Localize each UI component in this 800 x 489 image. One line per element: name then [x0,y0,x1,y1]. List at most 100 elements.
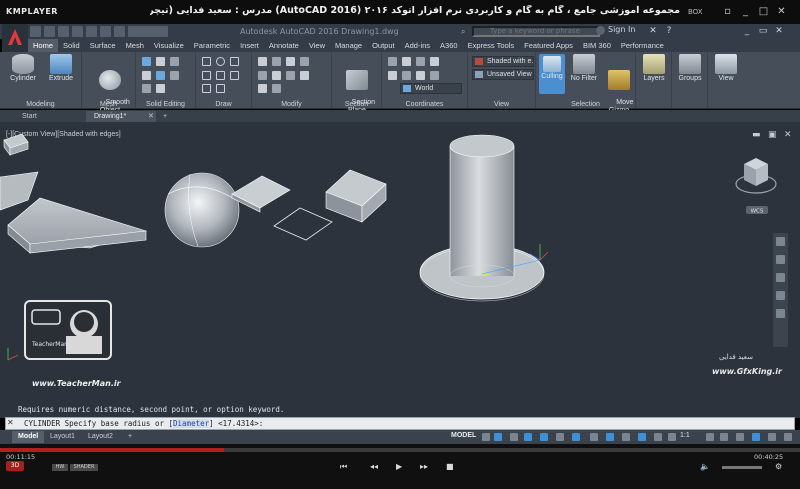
interfere-icon[interactable] [142,71,151,80]
3d-mode-button[interactable]: 3D [6,461,24,471]
annotation-icon[interactable] [668,433,676,441]
plot-icon[interactable] [86,26,97,37]
3d-scene[interactable]: WCS [0,122,800,400]
array-icon[interactable] [272,71,281,80]
cylinder-solid[interactable] [419,134,545,302]
file-tab-start[interactable]: Start [14,111,45,122]
hatch-icon[interactable] [230,71,239,80]
ribbon-tab-view[interactable]: View [304,39,330,52]
sign-in-link[interactable]: Sign In [608,25,635,34]
ribbon-tab-express-tools[interactable]: Express Tools [463,39,520,52]
ribbon-tab-featured-apps[interactable]: Featured Apps [519,39,578,52]
polar-icon[interactable] [524,433,532,441]
extrude-button[interactable]: Extrude [46,54,76,83]
circle-icon[interactable] [216,57,225,66]
ucs-icon[interactable] [388,57,397,66]
ribbon-tab-mesh[interactable]: Mesh [121,39,149,52]
customization-icon[interactable] [784,433,792,441]
rectangle-icon[interactable] [230,57,239,66]
ucs-face-icon[interactable] [430,71,439,80]
redo-icon[interactable] [114,26,125,37]
ucs-dropdown[interactable]: World [400,83,462,94]
ortho-icon[interactable] [510,433,518,441]
file-tab-drawing1[interactable]: Drawing1* [86,111,156,122]
rotate-icon[interactable] [286,57,295,66]
rewind-icon[interactable]: ◂◂ [370,462,378,471]
hardware-acceleration-icon[interactable] [752,433,760,441]
gizmo-status-icon[interactable] [654,433,662,441]
ribbon-tab-a360[interactable]: A360 [435,39,463,52]
ribbon-tab-performance[interactable]: Performance [616,39,669,52]
help-icon[interactable]: ? [662,26,676,37]
no-filter-button[interactable]: No Filter [568,54,600,83]
layout-tab-layout1[interactable]: Layout1 [44,431,81,443]
volume-slider[interactable] [722,466,762,469]
stop-icon[interactable]: ■ [446,462,454,471]
undo-icon[interactable] [100,26,111,37]
maximize-icon[interactable]: □ [758,6,769,17]
application-menu-button[interactable] [2,24,28,52]
viewport-controls-label[interactable]: [-][Custom View][Shaded with edges] [6,131,121,138]
annotation-monitor-icon[interactable] [720,433,728,441]
previous-icon[interactable]: ⏮ [340,462,347,472]
ucs-view-icon[interactable] [402,71,411,80]
ribbon-tab-solid[interactable]: Solid [58,39,85,52]
pin-icon[interactable]: ▫ [722,6,733,17]
steering-wheel-icon[interactable] [776,237,785,246]
box-solid[interactable] [325,169,387,223]
annotation-scale[interactable]: 1:1 [680,432,690,439]
add-layout-icon[interactable]: + [122,431,138,443]
search-input[interactable] [472,26,600,37]
workspace-switch-icon[interactable] [706,433,714,441]
new-icon[interactable] [30,26,41,37]
ribbon-tab-manage[interactable]: Manage [330,39,367,52]
view-button[interactable]: View [712,54,740,83]
layout-tab-model[interactable]: Model [12,431,45,443]
command-close-icon[interactable]: ✕ [7,418,14,427]
ribbon-tab-annotate[interactable]: Annotate [264,39,304,52]
polyline-icon[interactable] [202,71,211,80]
ribbon-tab-surface[interactable]: Surface [85,39,121,52]
viewport-close-icon[interactable]: ✕ [784,130,792,140]
app-restore-icon[interactable]: ▭ [756,26,770,37]
object-snap-tracking-icon[interactable] [556,433,564,441]
diameter-option[interactable]: Diameter [173,419,210,428]
open-icon[interactable] [44,26,55,37]
wedge-solid[interactable] [7,197,148,254]
forward-icon[interactable]: ▸▸ [420,462,428,471]
explode-icon[interactable] [258,84,267,93]
ucs-z-icon[interactable] [430,57,439,66]
close-tab-icon[interactable]: ✕ [148,111,154,122]
named-view-dropdown[interactable]: Unsaved View [472,69,534,80]
hw-badge[interactable]: HW [52,464,68,471]
erase-icon[interactable] [286,71,295,80]
slice-icon[interactable] [170,57,179,66]
grid-icon[interactable] [482,433,490,441]
layout-tab-layout2[interactable]: Layout2 [82,431,119,443]
ucs-object-icon[interactable] [416,71,425,80]
pan-icon[interactable] [776,255,785,264]
viewport-restore-icon[interactable]: ▣ [768,130,777,140]
sphere-solid[interactable] [164,172,240,248]
ribbon-tab-parametric[interactable]: Parametric [189,39,235,52]
copy-icon[interactable] [272,57,281,66]
fillet-edge-icon[interactable] [156,84,165,93]
wcs-label[interactable]: WCS [751,209,764,215]
close-icon[interactable]: ✕ [776,6,787,17]
culling-button[interactable]: Culling [539,54,565,94]
move-icon[interactable] [258,57,267,66]
player-box-label[interactable]: BOX [688,8,703,16]
new-tab-icon[interactable]: + [163,111,167,122]
ucs-x-icon[interactable] [402,57,411,66]
3d-osnap-icon[interactable] [638,433,646,441]
ucs-y-icon[interactable] [416,57,425,66]
snap-icon[interactable] [494,433,502,441]
ellipse-icon[interactable] [202,84,211,93]
object-snap-icon[interactable] [572,433,580,441]
line-icon[interactable] [202,57,211,66]
volume-icon[interactable]: 🔈 [700,462,710,471]
showmotion-icon[interactable] [776,309,785,318]
isodraft-icon[interactable] [540,433,548,441]
exchange-icon[interactable]: ✕ [646,26,660,37]
ribbon-tab-home[interactable]: Home [28,39,59,52]
